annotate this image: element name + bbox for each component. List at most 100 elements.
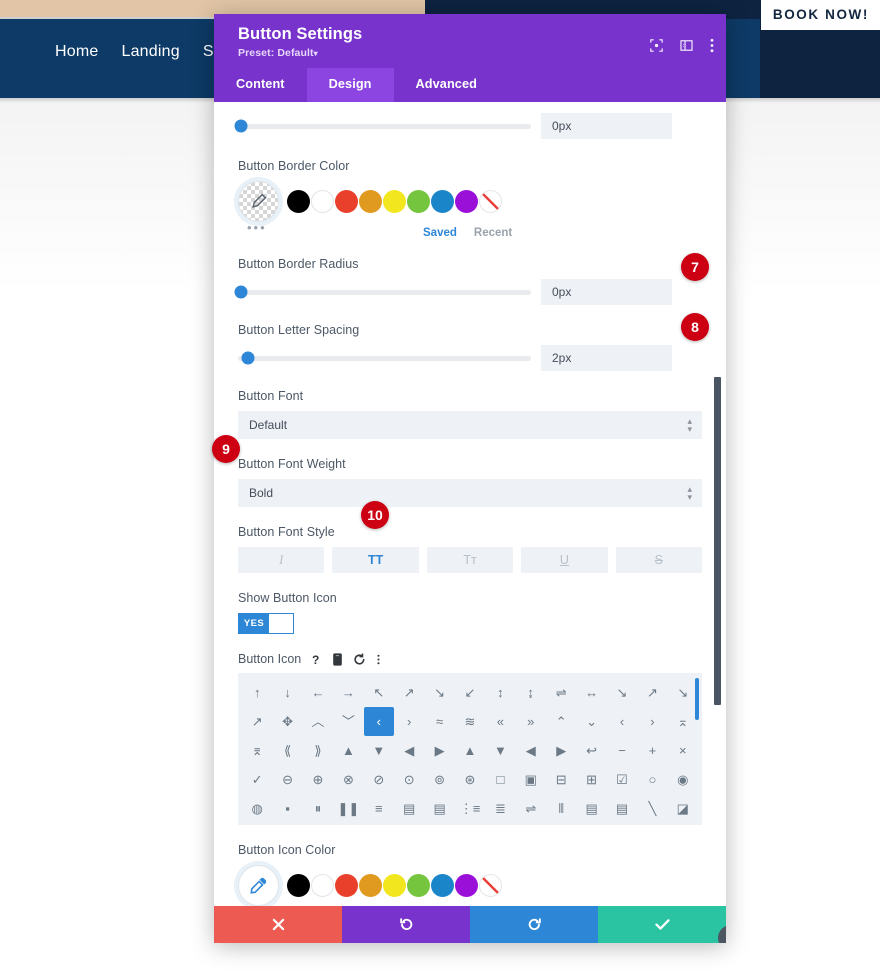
saved-colors-link[interactable]: Saved [423, 227, 457, 239]
icon-option[interactable]: ▶ [424, 736, 454, 765]
icon-option[interactable]: ◉ [668, 765, 698, 794]
icon-option[interactable]: ↕ [485, 678, 515, 707]
icon-option[interactable]: ▤ [607, 794, 637, 823]
modal-preset-selector[interactable]: Preset: Default▾ [238, 47, 712, 59]
icon-option[interactable]: ◪ [668, 794, 698, 823]
icon-option[interactable]: ⊗ [333, 765, 363, 794]
icon-option[interactable]: ▱ [272, 823, 302, 825]
icon-option[interactable]: ⌄ [576, 707, 606, 736]
icon-option[interactable]: ‹ [607, 707, 637, 736]
icon-grid-scrollbar[interactable] [695, 678, 699, 720]
icon-option[interactable]: ↓ [272, 678, 302, 707]
tab-advanced[interactable]: Advanced [394, 68, 499, 102]
top-slider-track[interactable] [234, 119, 531, 133]
icon-option[interactable]: › [637, 707, 667, 736]
icon-option[interactable]: − [607, 736, 637, 765]
icon-option[interactable]: ⏸ [303, 794, 333, 823]
icon-option[interactable]: ⊚ [424, 765, 454, 794]
swatch-white[interactable] [311, 874, 334, 897]
icon-option[interactable]: ▭ [303, 823, 333, 825]
book-now-button[interactable]: BOOK NOW! [760, 0, 880, 30]
icon-option[interactable]: + [637, 736, 667, 765]
top-slider-knob[interactable] [234, 119, 248, 133]
icon-option[interactable]: ◩ [242, 823, 272, 825]
letter-spacing-slider-knob[interactable] [241, 351, 255, 365]
swatch-green[interactable] [407, 190, 430, 213]
swatch-orange[interactable] [359, 874, 382, 897]
icon-option[interactable]: ▪ [272, 794, 302, 823]
icon-option[interactable]: ⊕ [303, 765, 333, 794]
icon-option[interactable]: ↘ [424, 678, 454, 707]
icon-option[interactable]: ⊘ [364, 765, 394, 794]
swatch-red[interactable] [335, 190, 358, 213]
swatch-blue[interactable] [431, 874, 454, 897]
modal-scrollbar-track[interactable] [714, 102, 724, 906]
swatch-orange[interactable] [359, 190, 382, 213]
swatch-purple[interactable] [455, 190, 478, 213]
undo-button[interactable] [342, 906, 470, 943]
icon-option[interactable]: ◀ [394, 736, 424, 765]
icon-option[interactable]: ○ [637, 765, 667, 794]
icon-option[interactable]: ▣ [516, 765, 546, 794]
icon-option[interactable]: » [516, 707, 546, 736]
swatch-white[interactable] [311, 190, 334, 213]
icon-option[interactable]: ⟫ [303, 736, 333, 765]
recent-colors-link[interactable]: Recent [474, 227, 512, 239]
swatch-transparent[interactable] [479, 190, 502, 213]
icon-option[interactable]: ↑ [242, 678, 272, 707]
show-button-icon-toggle[interactable]: YES [238, 613, 294, 634]
icon-option[interactable]: ⌅ [668, 707, 698, 736]
icon-option[interactable]: « [485, 707, 515, 736]
icon-option[interactable]: ⓘ [364, 823, 394, 825]
swatch-green[interactable] [407, 874, 430, 897]
save-button[interactable] [598, 906, 726, 943]
font-style-smallcaps-button[interactable]: Tᴛ [426, 547, 514, 573]
swatch-black[interactable] [287, 874, 310, 897]
font-style-underline-button[interactable]: U [521, 547, 608, 573]
font-style-strikethrough-button[interactable]: S [615, 547, 703, 573]
icon-option[interactable]: ↔ [576, 678, 606, 707]
icon-option[interactable]: ↙ [455, 678, 485, 707]
icon-option[interactable]: ≈ [424, 707, 454, 736]
icon-option[interactable]: ﹀ [333, 707, 363, 736]
icon-option[interactable]: ← [303, 678, 333, 707]
icon-option[interactable]: ≣ [485, 794, 515, 823]
tab-content[interactable]: Content [214, 68, 307, 102]
top-slider-value[interactable]: 0px [541, 113, 672, 139]
icon-option[interactable]: ⦀ [546, 794, 576, 823]
font-style-uppercase-button[interactable]: TT [332, 547, 419, 573]
swatch-blue[interactable] [431, 190, 454, 213]
cancel-button[interactable] [214, 906, 342, 943]
swatch-yellow[interactable] [383, 874, 406, 897]
icon-color-picker-button[interactable] [238, 865, 279, 906]
icon-option[interactable]: ⌆ [242, 736, 272, 765]
icon-option[interactable]: ⇌ [516, 794, 546, 823]
nav-link-landing[interactable]: Landing [121, 43, 179, 61]
icon-option[interactable]: ↨ [516, 678, 546, 707]
border-color-picker-button[interactable] [238, 181, 279, 222]
reset-icon[interactable] [353, 652, 366, 666]
letter-spacing-value[interactable]: 2px [541, 345, 672, 371]
swatch-transparent[interactable] [479, 874, 502, 897]
icon-option[interactable]: ✓ [242, 765, 272, 794]
icon-option[interactable]: › [394, 707, 424, 736]
icon-option[interactable]: ❚❚ [333, 794, 363, 823]
icon-option[interactable]: ⌃ [546, 707, 576, 736]
more-vertical-icon[interactable] [710, 38, 714, 53]
icon-option[interactable]: ▲ [455, 736, 485, 765]
layout-panel-icon[interactable] [680, 39, 693, 52]
swatch-yellow[interactable] [383, 190, 406, 213]
icon-option[interactable]: ▣ [333, 823, 363, 825]
icon-option[interactable]: ▼ [485, 736, 515, 765]
icon-option[interactable]: ▤ [394, 794, 424, 823]
icon-option[interactable]: ☑ [607, 765, 637, 794]
icon-option[interactable]: ╲ [637, 794, 667, 823]
icon-option[interactable]: ⊟ [546, 765, 576, 794]
icon-option[interactable]: ▼ [364, 736, 394, 765]
mobile-device-icon[interactable] [333, 652, 343, 666]
icon-option[interactable]: ︿ [303, 707, 333, 736]
icon-option[interactable]: ⟪ [272, 736, 302, 765]
font-style-italic-button[interactable]: I [238, 547, 325, 573]
icon-option[interactable]: ⋮≡ [455, 794, 485, 823]
swatch-black[interactable] [287, 190, 310, 213]
